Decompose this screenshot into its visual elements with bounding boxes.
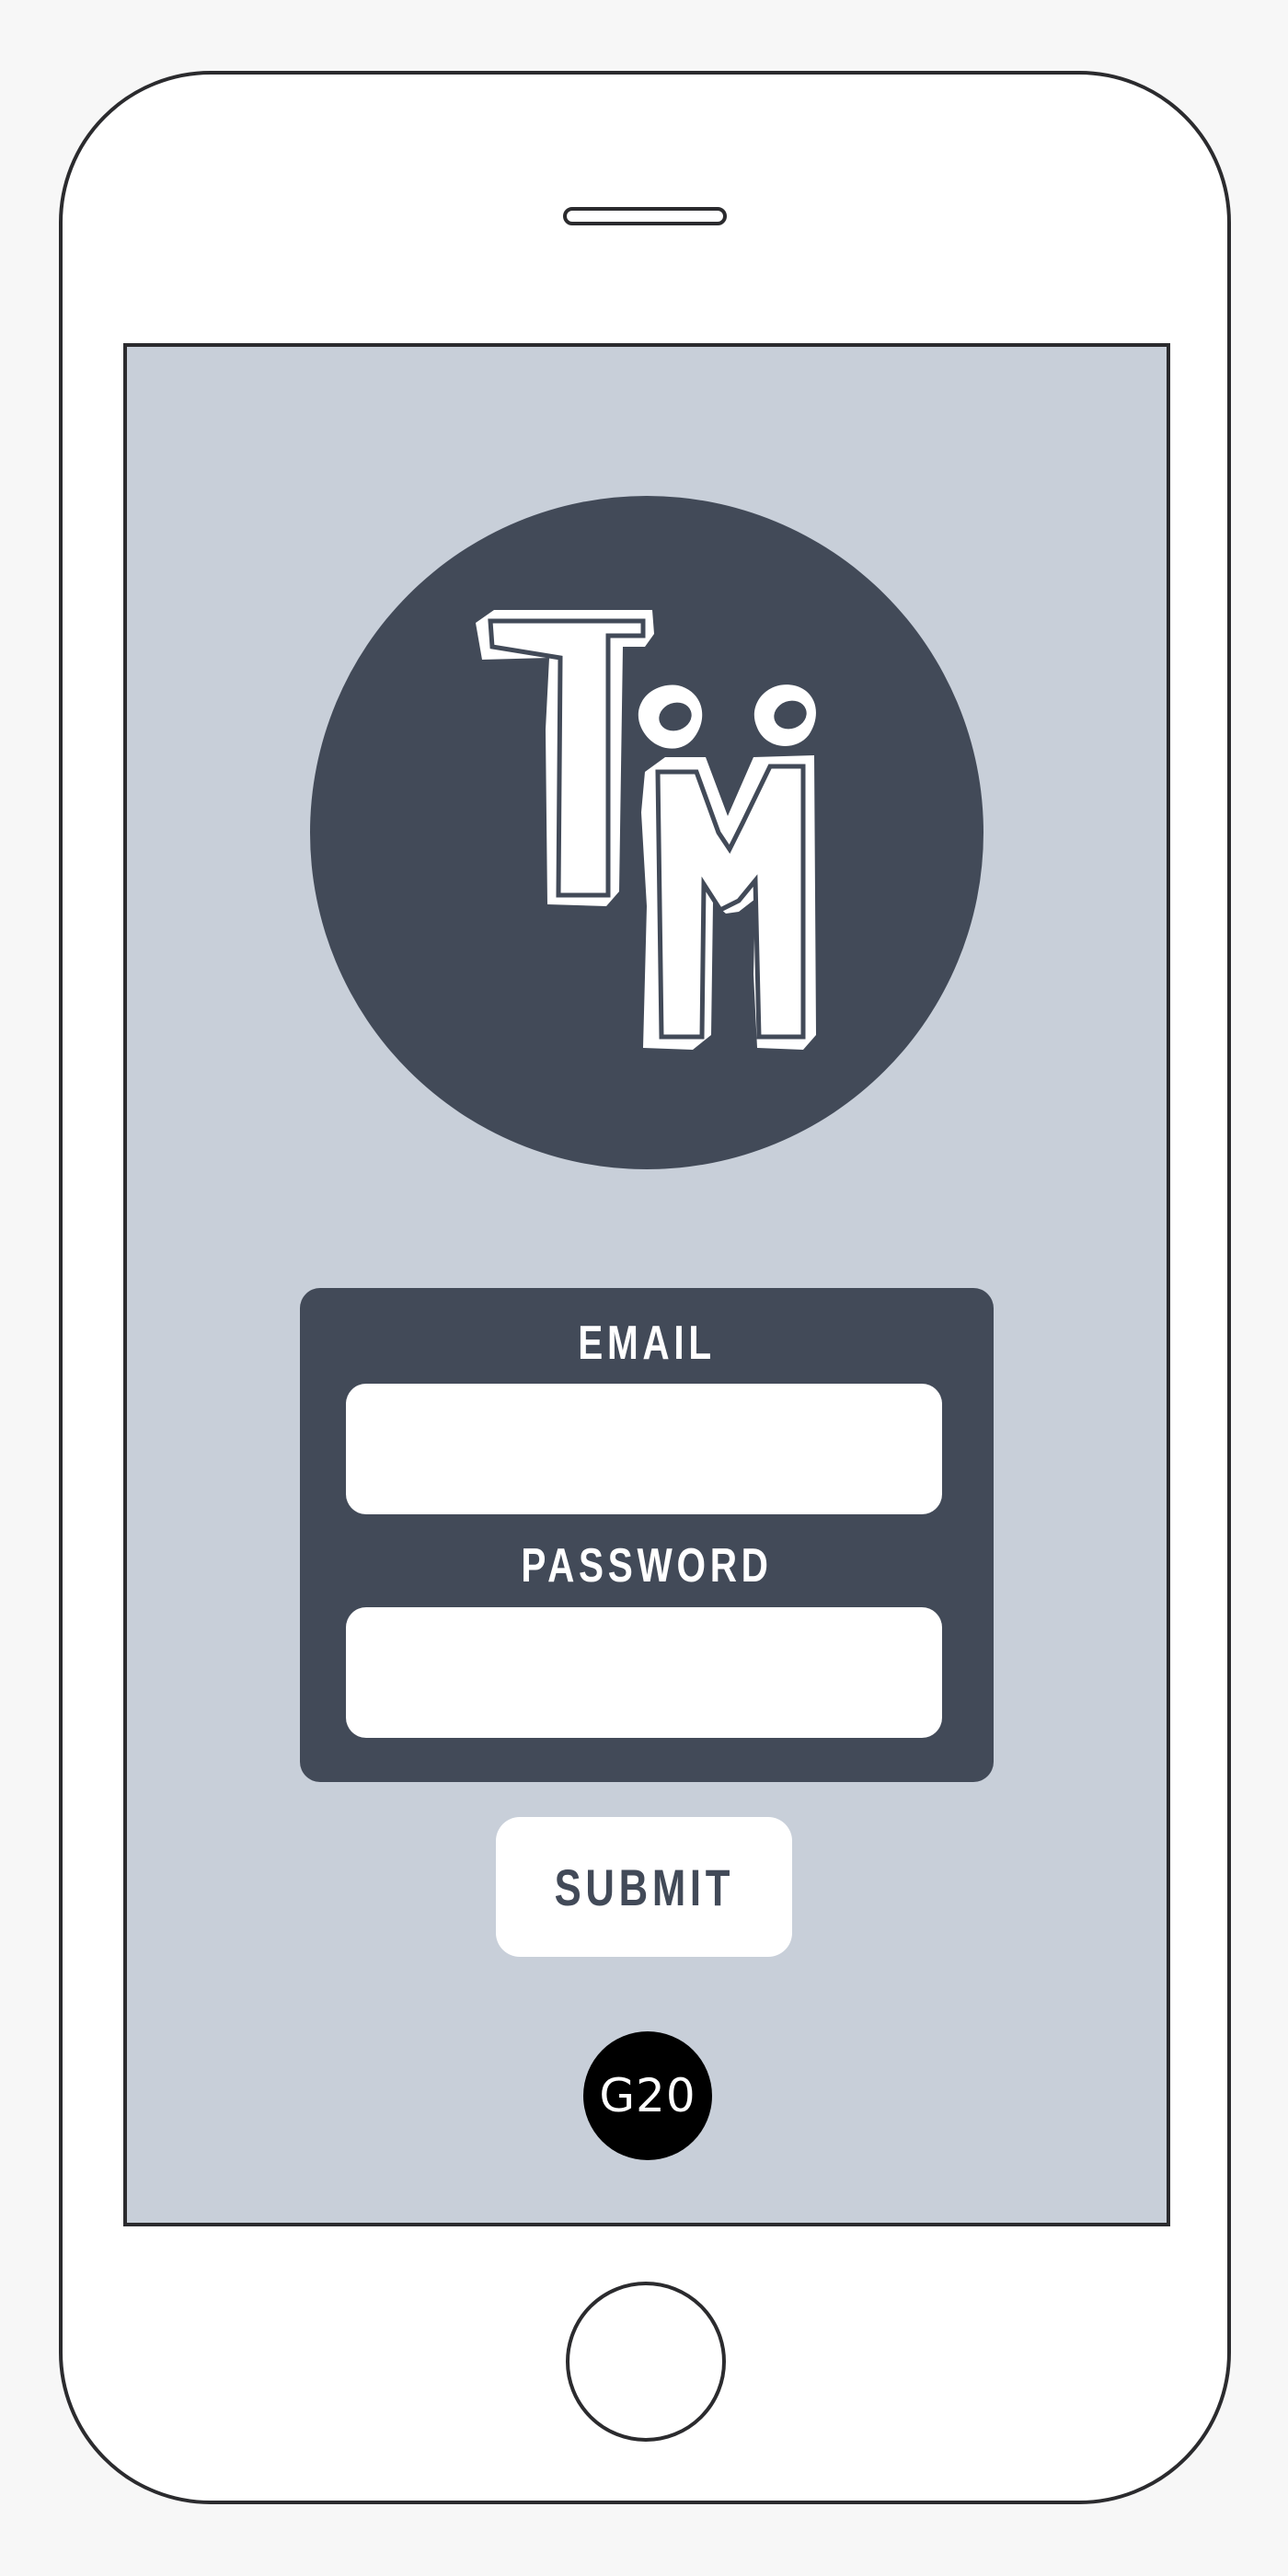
app-logo	[310, 496, 983, 1169]
submit-button-label: SUBMIT	[554, 1857, 734, 1916]
tm-monogram-icon	[476, 610, 816, 1050]
badge-text: G20	[599, 2069, 696, 2122]
email-label: EMAIL	[578, 1317, 716, 1370]
submit-button[interactable]: SUBMIT	[496, 1817, 792, 1957]
password-label: PASSWORD	[521, 1539, 773, 1593]
email-field[interactable]	[346, 1384, 942, 1514]
home-button[interactable]	[566, 2282, 726, 2442]
g20-badge: G20	[583, 2031, 712, 2160]
password-field[interactable]	[346, 1607, 942, 1738]
login-form: EMAIL PASSWORD	[300, 1288, 994, 1782]
speaker-slot	[563, 207, 727, 225]
